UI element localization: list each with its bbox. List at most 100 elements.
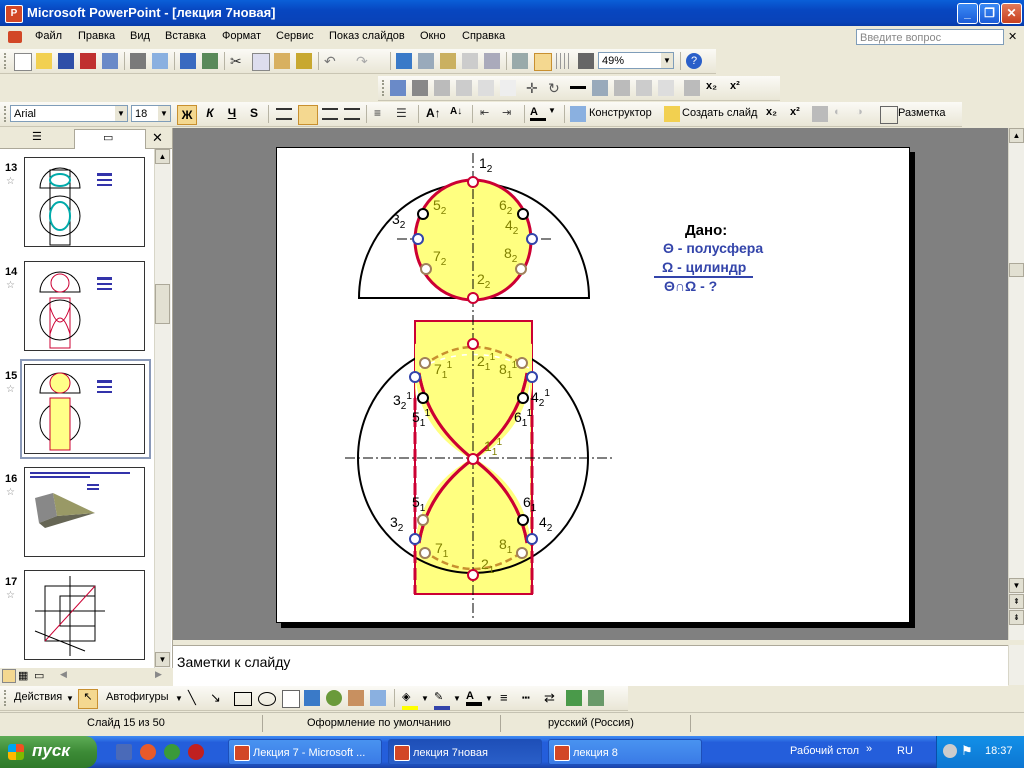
slide-thumbnail[interactable] xyxy=(24,467,145,557)
grid-icon[interactable] xyxy=(556,53,572,69)
next-slide-icon[interactable]: ⇟ xyxy=(1009,610,1024,625)
show-desktop-icon[interactable] xyxy=(116,744,132,760)
justify-icon[interactable] xyxy=(344,108,360,120)
flip-icon[interactable]: ◐ xyxy=(834,106,850,122)
toolbar-grip[interactable] xyxy=(382,80,387,96)
menu-format[interactable]: Формат xyxy=(222,30,261,42)
spelling-icon[interactable] xyxy=(180,53,196,69)
chevron-down-icon[interactable]: ▼ xyxy=(453,694,461,703)
permission-icon[interactable] xyxy=(80,53,96,69)
font-select[interactable]: Arial ▼ xyxy=(10,105,128,122)
increase-font-icon[interactable]: A↑ xyxy=(426,106,442,122)
shadow-style-icon[interactable] xyxy=(566,690,582,706)
subscript-icon[interactable]: x₂ xyxy=(706,80,722,96)
network-icon[interactable] xyxy=(943,744,957,758)
copy-icon[interactable] xyxy=(252,53,270,71)
compress-icon[interactable] xyxy=(592,80,608,96)
autoshapes-menu[interactable]: Автофигуры xyxy=(106,691,169,703)
line-color-icon[interactable]: ✎ xyxy=(434,690,450,710)
sorter-view-icon[interactable]: ▦ xyxy=(18,669,28,682)
new-slide-button[interactable]: Создать слайд xyxy=(682,107,757,119)
reset-picture-icon[interactable] xyxy=(684,80,700,96)
3d-style-icon[interactable] xyxy=(588,690,604,706)
taskbar-button-active[interactable]: лекция 7новая xyxy=(388,739,542,765)
chevron-down-icon[interactable]: ▼ xyxy=(421,694,429,703)
font-color-icon[interactable]: A xyxy=(466,690,482,706)
toolbar-grip[interactable] xyxy=(4,106,9,122)
ask-question-input[interactable]: Введите вопрос xyxy=(856,29,1004,45)
close-button[interactable]: ✕ xyxy=(1001,3,1022,24)
more-brightness-icon[interactable] xyxy=(478,80,494,96)
scroll-down-icon[interactable]: ▼ xyxy=(1009,578,1024,593)
line-style-icon[interactable]: ≡ xyxy=(500,690,516,706)
italic-button[interactable]: К xyxy=(202,106,218,122)
scroll-up-icon[interactable]: ▲ xyxy=(155,149,170,164)
bold-button[interactable]: Ж xyxy=(177,105,197,125)
line-style-icon[interactable] xyxy=(570,86,586,93)
expand-all-icon[interactable] xyxy=(512,53,528,69)
print-icon[interactable] xyxy=(130,53,146,69)
insert-chart-icon[interactable] xyxy=(396,53,412,69)
save-icon[interactable] xyxy=(58,53,74,69)
scroll-thumb[interactable] xyxy=(155,284,170,324)
normal-view-icon[interactable] xyxy=(2,669,16,683)
taskbar-button[interactable]: лекция 8 xyxy=(548,739,702,765)
arrow-style-icon[interactable]: ⇄ xyxy=(544,690,560,706)
recolor-icon[interactable] xyxy=(614,80,630,96)
scroll-left-icon[interactable]: ◀ xyxy=(60,669,67,680)
shadow-button[interactable]: S xyxy=(246,106,262,122)
media-player-icon[interactable] xyxy=(140,744,156,760)
taskbar-button[interactable]: Лекция 7 - Microsoft ... xyxy=(228,739,382,765)
decrease-indent-icon[interactable]: ⇤ xyxy=(480,106,496,122)
diagram-icon[interactable] xyxy=(326,690,342,706)
menu-edit[interactable]: Правка xyxy=(78,30,115,42)
scroll-right-icon[interactable]: ▶ xyxy=(155,669,162,680)
less-contrast-icon[interactable] xyxy=(456,80,472,96)
chevron-down-icon[interactable]: ▼ xyxy=(175,694,183,703)
hyperlink-icon[interactable] xyxy=(484,53,500,69)
align-left-icon[interactable] xyxy=(276,108,292,120)
format-painter-icon[interactable] xyxy=(296,53,312,69)
undo-icon[interactable]: ↶ xyxy=(324,53,340,69)
scroll-up-icon[interactable]: ▲ xyxy=(1009,128,1024,143)
picture-icon[interactable] xyxy=(370,690,386,706)
print-preview-icon[interactable] xyxy=(152,53,168,69)
align-center-icon[interactable] xyxy=(298,105,318,125)
font-size-select[interactable]: 18 ▼ xyxy=(131,105,171,122)
tables-borders-icon[interactable] xyxy=(440,53,456,69)
layout-button[interactable]: Разметка xyxy=(898,107,946,119)
menu-file[interactable]: Файл xyxy=(35,30,62,42)
oval-icon[interactable] xyxy=(258,692,276,706)
slideshow-view-icon[interactable]: ▭ xyxy=(34,669,44,682)
cut-icon[interactable]: ✂ xyxy=(230,53,246,69)
superscript-icon[interactable]: x² xyxy=(730,80,746,96)
notes-scrollbar[interactable] xyxy=(1008,645,1024,685)
document-icon[interactable] xyxy=(8,31,22,43)
chevron-down-icon[interactable]: ▼ xyxy=(661,53,673,68)
menu-slideshow[interactable]: Показ слайдов xyxy=(329,30,405,42)
wordart-icon[interactable] xyxy=(304,690,320,706)
slide-thumbnail[interactable] xyxy=(24,570,145,660)
slide-canvas[interactable]: 12 32 52 62 42 72 82 22 711 211 811 321 … xyxy=(276,147,910,623)
menu-view[interactable]: Вид xyxy=(130,30,150,42)
underline-button[interactable]: Ч xyxy=(224,106,240,122)
align-right-icon[interactable] xyxy=(322,108,338,120)
color-grayscale-icon[interactable] xyxy=(578,53,594,69)
less-brightness-icon[interactable] xyxy=(500,80,516,96)
slide-thumbnail[interactable] xyxy=(24,157,145,247)
flip-vertical-icon[interactable]: ◑ xyxy=(856,106,872,122)
quick-launch-icon[interactable] xyxy=(164,744,180,760)
language-indicator[interactable]: RU xyxy=(897,745,913,757)
desktop-toolbar-label[interactable]: Рабочий стол xyxy=(790,745,859,757)
powerpoint-app-icon[interactable]: P xyxy=(5,5,23,23)
design-icon[interactable] xyxy=(570,106,586,122)
bullets-icon[interactable]: ☰ xyxy=(396,106,412,122)
previous-slide-icon[interactable]: ⇞ xyxy=(1009,594,1024,609)
select-pointer-icon[interactable]: ↖ xyxy=(78,689,98,709)
start-button[interactable]: пуск xyxy=(0,736,97,768)
increase-indent-icon[interactable]: ⇥ xyxy=(502,106,518,122)
minimize-button[interactable]: _ xyxy=(957,3,978,24)
actions-menu[interactable]: Действия xyxy=(14,691,62,703)
notes-pane[interactable]: Заметки к слайду xyxy=(173,645,1008,686)
user-icon[interactable]: ⚑ xyxy=(961,743,973,759)
